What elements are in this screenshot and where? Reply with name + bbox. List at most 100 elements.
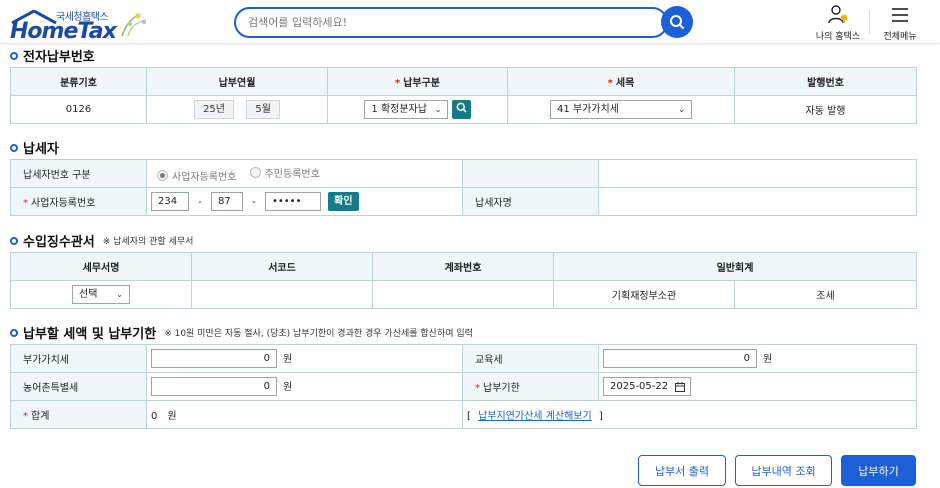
header-general-account: 일반회계 (553, 252, 917, 281)
vat-cell: 0원 (146, 344, 463, 373)
search-input[interactable] (248, 9, 628, 36)
bullet-icon (10, 328, 18, 337)
all-menu-label: 전체메뉴 (883, 32, 917, 42)
payment-type-select[interactable]: 1 확정분자납 ⌄ (364, 100, 449, 119)
empty-label-cell (462, 159, 599, 188)
search-box (234, 7, 668, 38)
tax-amount-table: 부가가치세 0원 교육세 0원 농어촌특별세 0원 * 납부기한 2025-05-… (10, 344, 917, 429)
biz-number-part1[interactable]: 234 (151, 192, 189, 211)
calendar-icon[interactable] (675, 382, 685, 392)
header-tax-item: * 세목 (507, 67, 735, 96)
leaf-decoration-icon (121, 13, 147, 37)
due-date-input[interactable]: 2025-05-22 (603, 377, 691, 396)
issue-number: 자동 발행 (734, 95, 917, 124)
bullet-icon (10, 236, 18, 245)
section3-title-text: 수입징수관서 (23, 235, 95, 250)
unit-won: 원 (283, 353, 293, 365)
section-title-taxpayer: 납세자 (10, 138, 59, 157)
header-issue-number: 발행번호 (734, 67, 917, 96)
header-account-number: 계좌번호 (372, 252, 554, 281)
section-title-payment-number: 전자납부번호 (10, 46, 95, 65)
hometax-logo[interactable]: 국세청홈택스 HomeTax (8, 4, 148, 44)
section-title-tax-amount: 납부할 세액 및 납부기한 ※ 10원 미만은 자동 절사, (당초) 납부기한… (10, 323, 473, 342)
taxpayer-name-value (598, 187, 917, 216)
tax-item-cell: 41 부가가치세 ⌄ (507, 95, 735, 124)
classification-code: 0126 (10, 95, 147, 124)
print-slip-button[interactable]: 납부서 출력 (638, 455, 726, 486)
radio-resident-number[interactable]: 주민등록번호 (249, 165, 320, 180)
tax-office-table: 세무서명 서코드 계좌번호 일반회계 선택 ⌄ 기획재정부소관 조세 (10, 252, 917, 309)
header-payment-month: 납부연월 (146, 67, 328, 96)
unit-won: 원 (283, 381, 293, 393)
education-tax-label: 교육세 (462, 344, 599, 373)
section2-title-text: 납세자 (23, 142, 59, 157)
chevron-down-icon: ⌄ (678, 105, 685, 114)
section-title-tax-office: 수입징수관서 ※ 납세자의 관할 세무서 (10, 231, 193, 250)
chevron-down-icon: ⌄ (116, 290, 123, 299)
radio-business-number[interactable]: 사업자등록번호 (157, 168, 236, 183)
total-value: 0 (151, 411, 158, 422)
payment-month-cell: 25년 5월 (146, 95, 328, 124)
my-hometax-link[interactable]: 나의 홈택스 (808, 4, 868, 42)
total-label: * 합계 (10, 400, 147, 429)
taxpayer-table: 납세자번호 구분 사업자등록번호 주민등록번호 * 사업자등록번호 234 - 8… (10, 159, 917, 216)
unit-won: 원 (763, 353, 773, 365)
due-date-label: * 납부기한 (462, 372, 599, 401)
section3-note: ※ 납세자의 관할 세무서 (102, 237, 194, 247)
vat-input[interactable]: 0 (151, 349, 277, 368)
search-button[interactable] (661, 6, 693, 38)
general-account-tax: 조세 (734, 280, 917, 309)
biz-number-part3[interactable]: ••••• (264, 192, 321, 211)
confirm-button[interactable]: 확인 (328, 192, 359, 211)
payment-type-cell: 1 확정분자납 ⌄ (327, 95, 508, 124)
my-hometax-label: 나의 홈택스 (815, 32, 861, 42)
rural-tax-cell: 0원 (146, 372, 463, 401)
section4-note: ※ 10원 미만은 자동 절사, (당초) 납부기한이 경과한 경우 가산세를 … (164, 329, 473, 339)
tax-item-select[interactable]: 41 부가가치세 ⌄ (550, 100, 692, 119)
late-fee-cell: [ 납부지연가산세 계산해보기 ] (462, 400, 917, 429)
chevron-down-icon: ⌄ (434, 105, 442, 114)
section1-title-text: 전자납부번호 (23, 50, 95, 65)
bullet-icon (10, 143, 18, 152)
dash: - (252, 196, 256, 208)
biz-number-label: * 사업자등록번호 (10, 187, 147, 216)
id-type-label: 납세자번호 구분 (10, 159, 147, 188)
user-bell-icon (828, 5, 847, 24)
section4-title-text: 납부할 세액 및 납부기한 (23, 327, 157, 342)
tax-office-select[interactable]: 선택 ⌄ (72, 285, 130, 304)
bullet-icon (10, 51, 18, 60)
due-date-cell: 2025-05-22 (598, 372, 917, 401)
account-number-value (372, 280, 554, 309)
bracket-close: ] (598, 411, 603, 422)
total-cell: 0원 (146, 400, 463, 429)
biz-number-cell: 234 - 87 - ••••• 확인 (146, 187, 463, 216)
search-icon (670, 15, 685, 30)
payment-type-search-button[interactable] (451, 100, 471, 119)
office-name-cell: 선택 ⌄ (10, 280, 192, 309)
year-field: 25년 (194, 100, 234, 119)
required-mark: * (394, 78, 401, 89)
all-menu-button[interactable]: 전체메뉴 (870, 4, 930, 42)
hamburger-menu-icon (892, 8, 908, 22)
general-account-ministry: 기획재정부소관 (553, 280, 735, 309)
id-type-cell: 사업자등록번호 주민등록번호 (146, 159, 463, 188)
payment-number-table: 분류기호 납부연월 * 납부구분 * 세목 발행번호 0126 25년 5월 1 확… (10, 67, 917, 124)
header-payment-type: * 납부구분 (327, 67, 508, 96)
bracket-open: [ (467, 411, 471, 422)
top-bar: 국세청홈택스 HomeTax 나의 홈택스 (0, 0, 940, 44)
header-office-code: 서코드 (191, 252, 373, 281)
unit-won: 원 (167, 411, 177, 422)
month-field: 5월 (246, 100, 280, 119)
biz-number-part2[interactable]: 87 (210, 192, 243, 211)
education-tax-input[interactable]: 0 (603, 349, 757, 368)
search-icon (456, 102, 467, 113)
pay-button[interactable]: 납부하기 (841, 455, 916, 486)
education-tax-cell: 0원 (598, 344, 917, 373)
rural-tax-input[interactable]: 0 (151, 377, 277, 396)
header-classification: 분류기호 (10, 67, 147, 96)
office-code-value (191, 280, 373, 309)
payment-history-button[interactable]: 납부내역 조회 (735, 455, 832, 486)
late-fee-calc-link[interactable]: 납부지연가산세 계산해보기 (478, 411, 592, 422)
empty-value-cell (598, 159, 917, 188)
vat-label: 부가가치세 (10, 344, 147, 373)
